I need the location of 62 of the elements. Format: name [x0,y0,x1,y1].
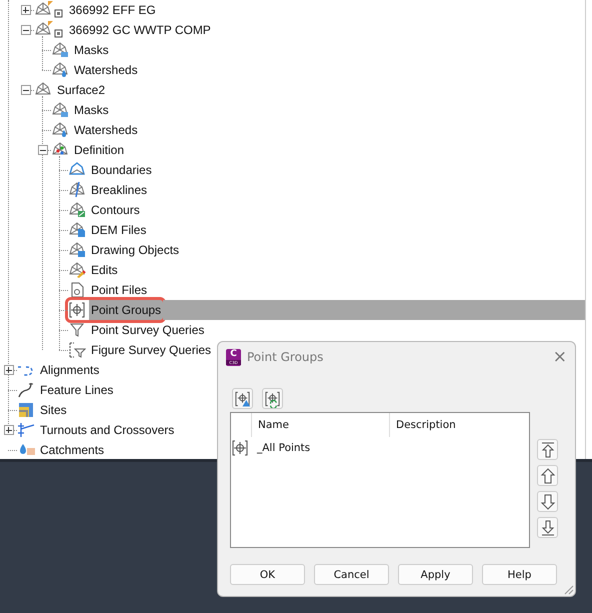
watersheds-icon [51,121,69,139]
sites-icon [17,401,35,419]
dialog-button[interactable]: OK [230,564,305,585]
tree-item[interactable]: 366992 EFF EG [67,0,158,20]
point-groups-icon [68,301,86,319]
edits-icon [68,261,86,279]
move-bottom-button[interactable] [537,517,558,538]
tree-item[interactable]: Point Files [89,280,150,300]
update-button[interactable] [262,388,283,409]
tree-item[interactable]: Sites [38,400,69,420]
tree-item[interactable]: Point Groups [89,300,164,320]
dialog-button[interactable]: Cancel [314,564,389,585]
move-up-button[interactable] [537,465,558,486]
tree-item[interactable]: Surface2 [55,80,108,100]
tree-item[interactable]: Point Survey Queries [89,320,206,340]
dem-icon [68,221,86,239]
column-header[interactable]: Description [389,413,526,437]
move-top-button[interactable] [537,439,558,460]
tree-item[interactable]: Masks [72,100,111,120]
table-cell[interactable]: _All Points [251,442,389,454]
breaklines-icon [68,181,86,199]
surface-ref-icon [34,21,64,39]
tree-item[interactable]: Catchments [38,440,106,459]
move-down-button[interactable] [537,491,558,512]
feature-lines-icon [17,381,35,399]
watersheds-icon [51,61,69,79]
tree-item[interactable]: Boundaries [89,160,154,180]
tree-item[interactable]: Watersheds [72,120,140,140]
expand-toggle[interactable] [4,425,14,435]
collapse-toggle[interactable] [20,25,30,35]
dialog-title: Point Groups [247,350,324,364]
collapse-toggle[interactable] [20,85,30,95]
collapse-toggle[interactable] [38,145,48,155]
tree-item[interactable]: Figure Survey Queries [89,340,214,360]
tree-item[interactable]: Edits [89,260,120,280]
new-group-button[interactable] [232,388,253,409]
tree-item[interactable]: 366992 GC WWTP COMP [67,20,213,40]
tree-item[interactable]: Contours [89,200,142,220]
column-header[interactable]: Name [251,413,389,437]
tree-item[interactable]: Turnouts and Crossovers [38,420,176,440]
drawing-objects-icon [68,241,86,259]
close-button[interactable]: × [552,347,567,367]
tree-item[interactable]: Alignments [38,360,102,380]
tree-item[interactable]: Definition [72,140,126,160]
dialog-button[interactable]: Help [482,564,557,585]
tree-item[interactable]: DEM Files [89,220,148,240]
tree-item[interactable]: Feature Lines [38,380,116,400]
expand-toggle[interactable] [20,5,30,15]
figure-queries-icon [68,341,86,359]
resize-grip-icon [564,585,574,595]
tree-item[interactable]: Drawing Objects [89,240,182,260]
tree-item[interactable]: Watersheds [72,60,140,80]
expand-toggle[interactable] [4,365,14,375]
survey-queries-icon [68,321,86,339]
masks-icon [51,101,69,119]
tree-item[interactable]: Masks [72,40,111,60]
point-groups-icon [230,439,248,457]
dialog-button[interactable]: Apply [398,564,473,585]
turnouts-icon [17,421,35,439]
tree-item[interactable]: Breaklines [89,180,150,200]
masks-icon [51,41,69,59]
contours-icon [68,201,86,219]
